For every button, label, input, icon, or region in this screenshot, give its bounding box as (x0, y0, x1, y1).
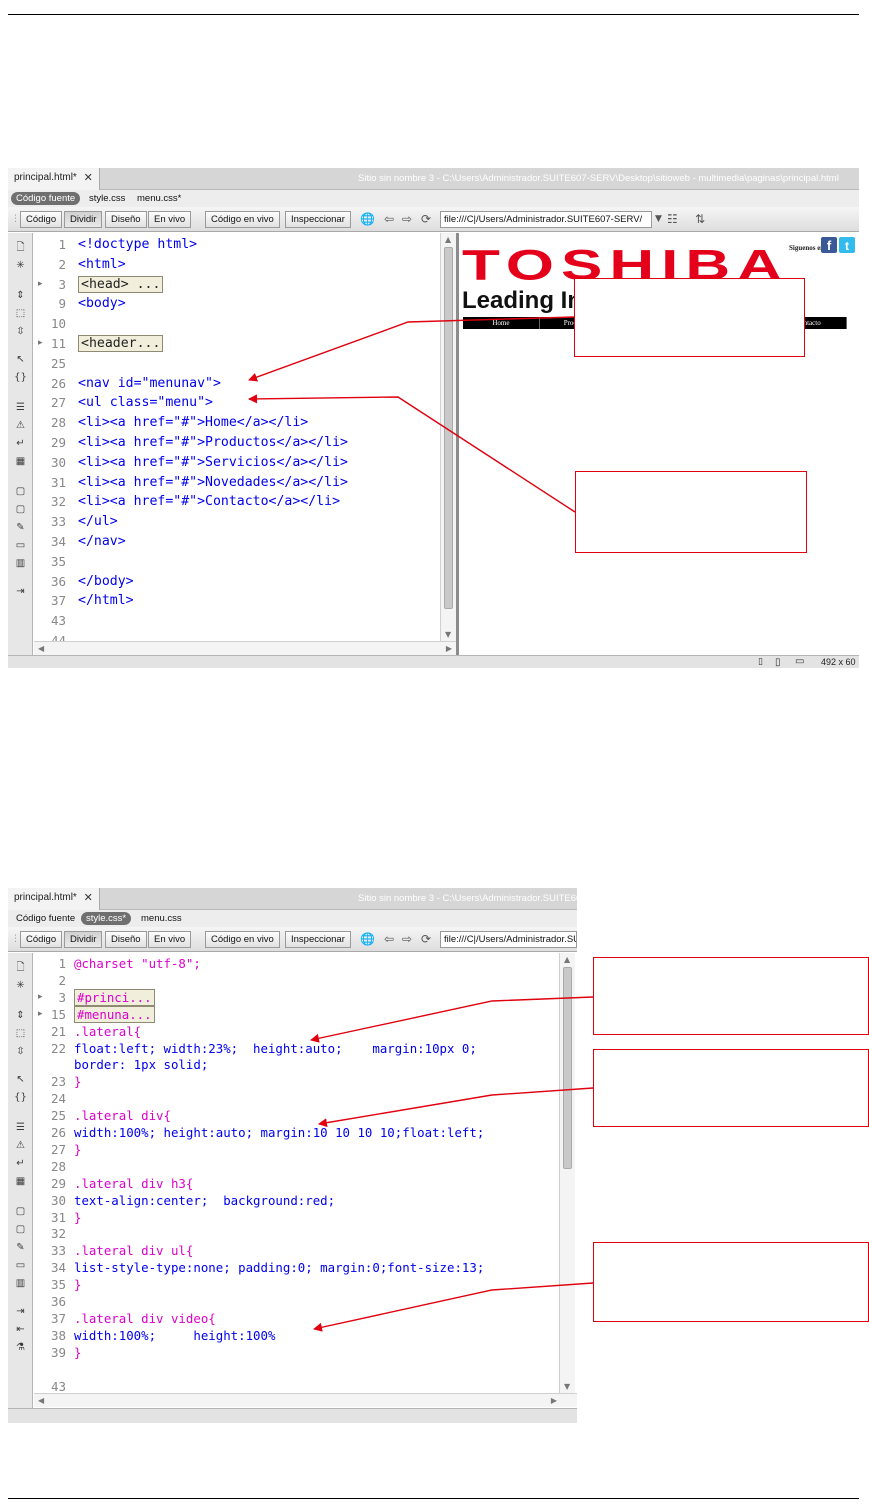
annotation-arrow-1 (248, 316, 575, 382)
annotation-arrows (248, 316, 594, 1332)
annotation-arrow-2 (248, 394, 576, 513)
annotation-arrow-4 (318, 1087, 594, 1128)
annotation-arrow-5 (313, 1282, 594, 1332)
annotation-arrow-3 (310, 996, 594, 1043)
